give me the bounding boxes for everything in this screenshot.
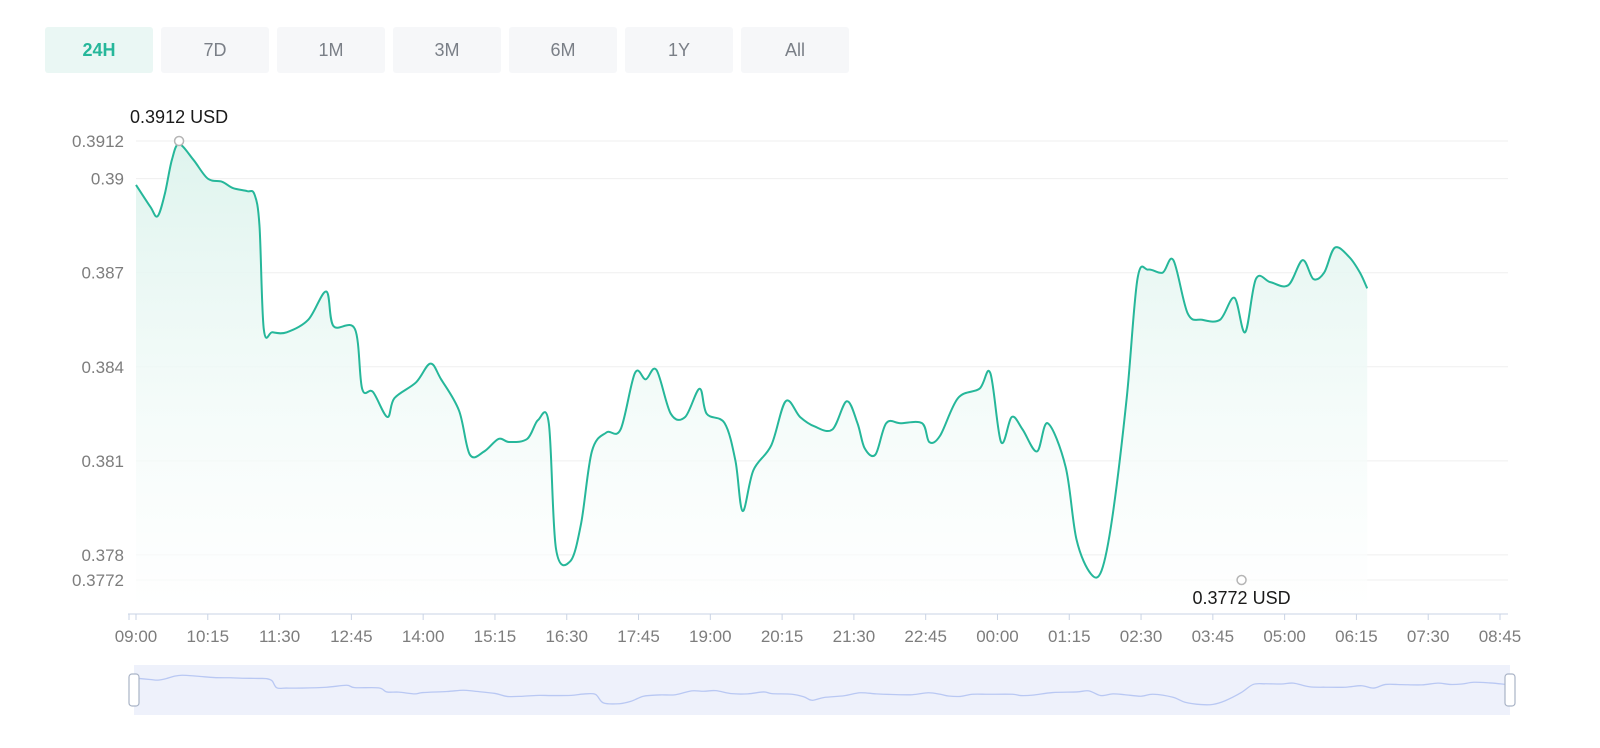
x-tick-label: 02:30 (1120, 627, 1163, 646)
min-marker (1236, 574, 1247, 586)
navigator-handle-right[interactable] (1504, 673, 1516, 707)
x-tick-label: 16:30 (545, 627, 588, 646)
range-navigator[interactable] (128, 665, 1516, 715)
x-tick-label: 06:15 (1335, 627, 1378, 646)
max-marker (173, 135, 185, 147)
y-tick-label: 0.384 (81, 358, 124, 377)
x-tick-label: 21:30 (833, 627, 876, 646)
x-tick-label: 19:00 (689, 627, 732, 646)
y-axis-ticks: 0.3912 0.39 0.387 0.384 0.381 0.378 0.3772 (72, 132, 124, 590)
price-chart: 0.3912 0.39 0.387 0.384 0.381 0.378 0.3772 09:… (72, 107, 1522, 715)
y-tick-label: 0.381 (81, 452, 124, 471)
x-tick-label: 07:30 (1407, 627, 1450, 646)
x-tick-label: 11:30 (259, 627, 300, 646)
y-tick-label: 0.378 (81, 546, 124, 565)
x-tick-label: 15:15 (474, 627, 517, 646)
navigator-handle-left[interactable] (128, 673, 140, 707)
x-tick-label: 17:45 (617, 627, 660, 646)
x-tick-label: 08:45 (1479, 627, 1522, 646)
x-tick-label: 05:00 (1263, 627, 1306, 646)
x-tick-label: 10:15 (187, 627, 230, 646)
y-tick-label: 0.3772 (72, 571, 124, 590)
x-tick-label: 01:15 (1048, 627, 1091, 646)
y-tick-label: 0.39 (91, 170, 124, 189)
x-tick-label: 14:00 (402, 627, 445, 646)
x-tick-label: 00:00 (976, 627, 1019, 646)
x-axis-ticks: 09:00 10:15 11:30 12:45 14:00 15:15 16:30 17:45… (115, 614, 1522, 646)
max-marker-label: 0.3912 USD (130, 107, 228, 127)
x-tick-label: 09:00 (115, 627, 158, 646)
price-area (136, 144, 1368, 612)
y-tick-label: 0.387 (81, 264, 124, 283)
x-tick-label: 20:15 (761, 627, 804, 646)
x-tick-label: 12:45 (330, 627, 373, 646)
min-marker-label: 0.3772 USD (1193, 588, 1291, 608)
navigator-background (134, 665, 1510, 715)
x-tick-label: 22:45 (904, 627, 947, 646)
y-tick-label: 0.3912 (72, 132, 124, 151)
x-tick-label: 03:45 (1192, 627, 1235, 646)
